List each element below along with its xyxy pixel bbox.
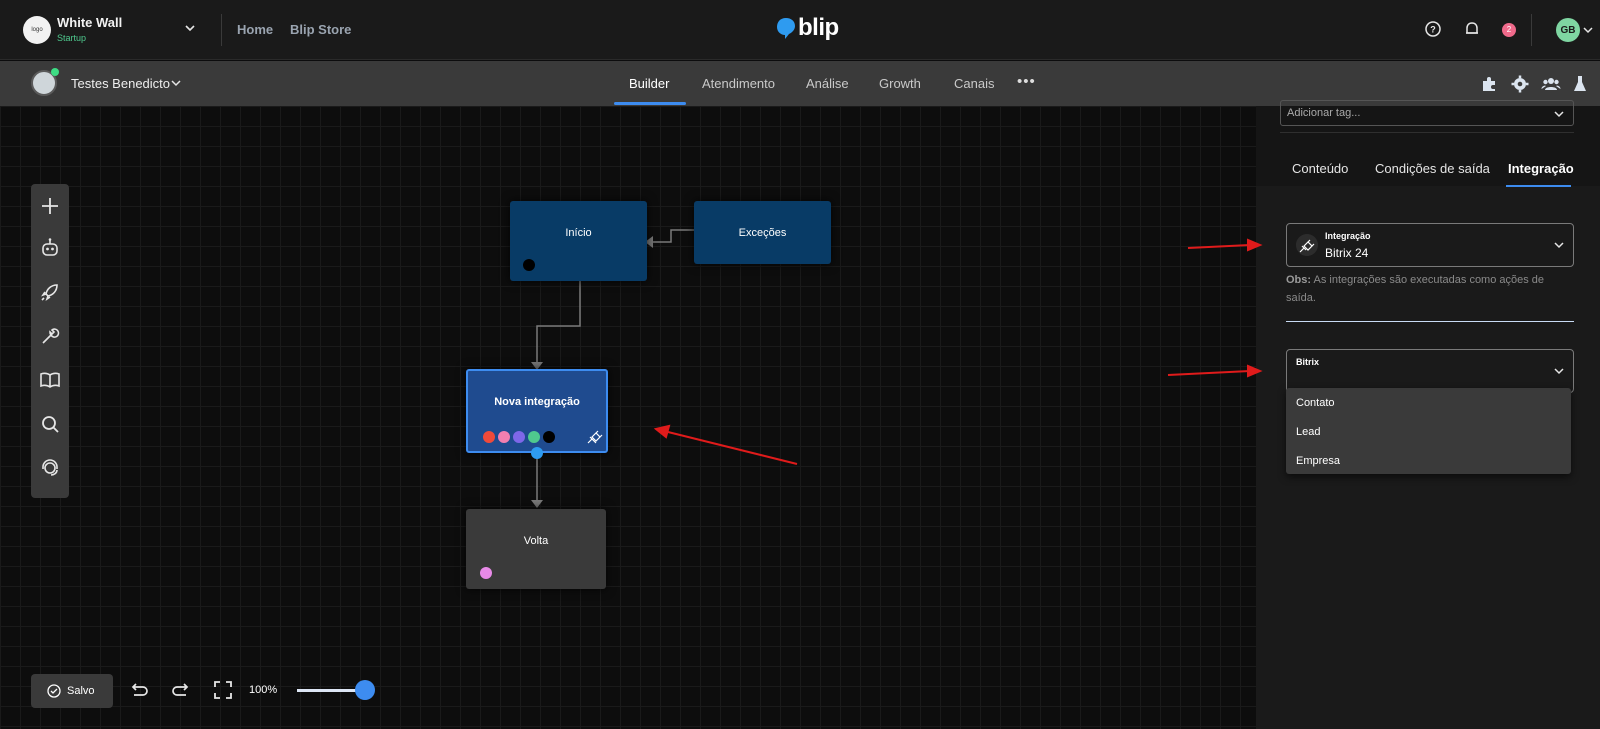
arrow-to-bitrix-select [1167, 370, 1251, 376]
arrow-to-integration-select [1187, 244, 1251, 249]
arrow-head [653, 424, 671, 439]
annotation-arrows [653, 238, 1263, 465]
arrow-head [1247, 238, 1263, 252]
arrow-to-integration-node [667, 431, 798, 465]
arrow-head [1247, 364, 1263, 378]
